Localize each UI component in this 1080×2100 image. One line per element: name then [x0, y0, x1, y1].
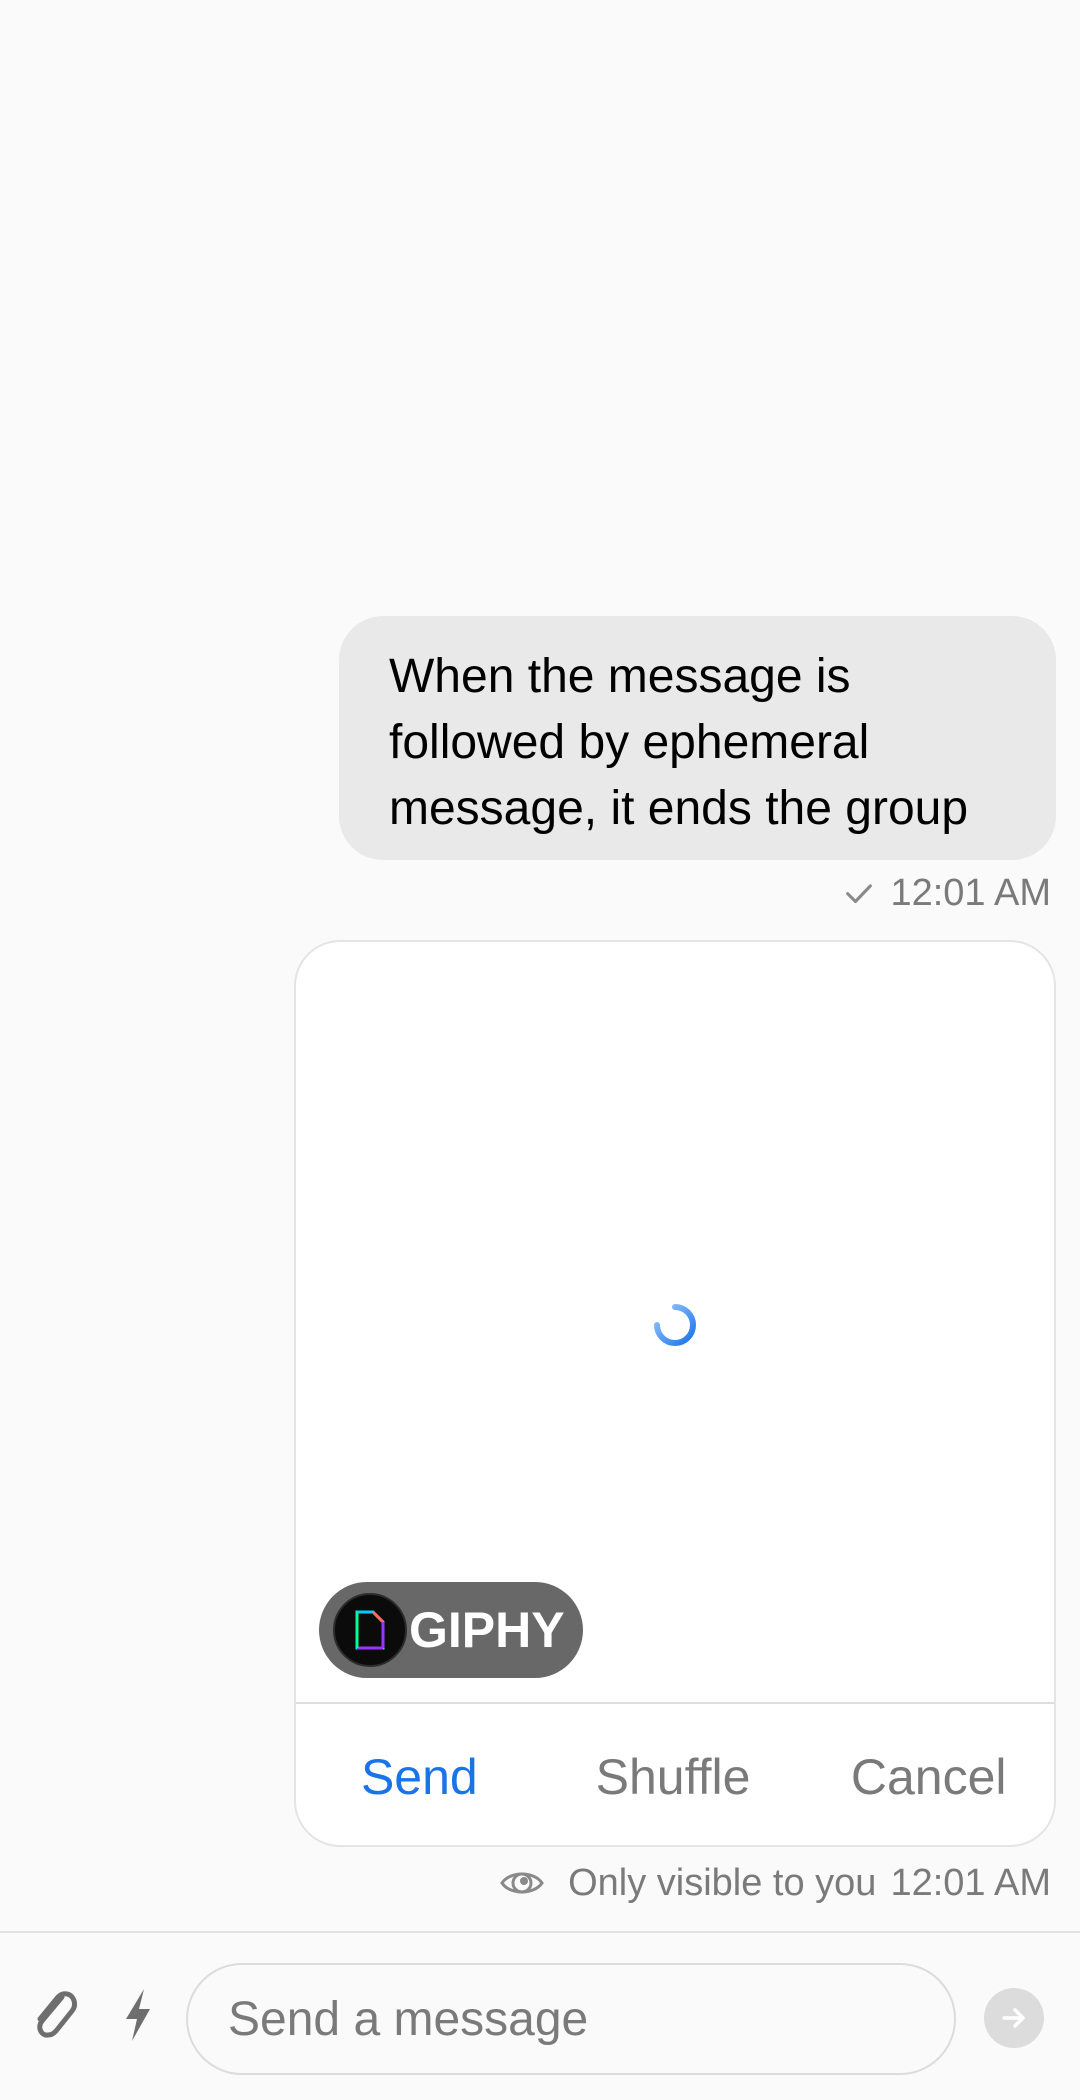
ephemeral-timestamp: 12:01 AM	[890, 1861, 1051, 1904]
gif-preview-area: GIPHY	[296, 942, 1054, 1704]
giphy-actions: Send Shuffle Cancel	[296, 1704, 1054, 1845]
arrow-right-icon	[1002, 2008, 1025, 2028]
message-meta: 12:01 AM	[842, 868, 1051, 918]
giphy-shuffle-button[interactable]: Shuffle	[543, 1748, 804, 1806]
spinner-icon	[654, 1304, 696, 1346]
check-icon	[846, 884, 873, 904]
visibility-text: Only visible to you	[568, 1861, 877, 1904]
send-message-button[interactable]	[984, 1988, 1044, 2048]
paperclip-icon[interactable]	[28, 1983, 80, 2045]
message-text-line: followed by ephemeral	[389, 716, 870, 769]
giphy-label: GIPHY	[409, 1602, 565, 1658]
message-bubble[interactable]: When the message is followed by ephemera…	[339, 616, 1056, 860]
message-text-line: When the message is	[389, 650, 851, 703]
lightning-icon[interactable]	[122, 1987, 154, 2043]
chat-screen: When the message is followed by ephemera…	[0, 0, 1080, 2100]
message-input[interactable]	[186, 1963, 956, 2075]
giphy-send-button[interactable]: Send	[296, 1748, 543, 1806]
giphy-badge: GIPHY	[319, 1582, 583, 1678]
ephemeral-meta: Only visible to you 12:01 AM	[498, 1858, 1051, 1908]
eye-icon	[500, 1872, 544, 1894]
giphy-cancel-button[interactable]: Cancel	[803, 1748, 1054, 1806]
message-timestamp: 12:01 AM	[890, 871, 1051, 914]
message-composer	[0, 1933, 1080, 2100]
giphy-preview-card: GIPHY Send Shuffle Cancel	[294, 940, 1056, 1847]
giphy-logo-icon	[333, 1593, 407, 1667]
message-text-line: message, it ends the group	[389, 782, 969, 835]
